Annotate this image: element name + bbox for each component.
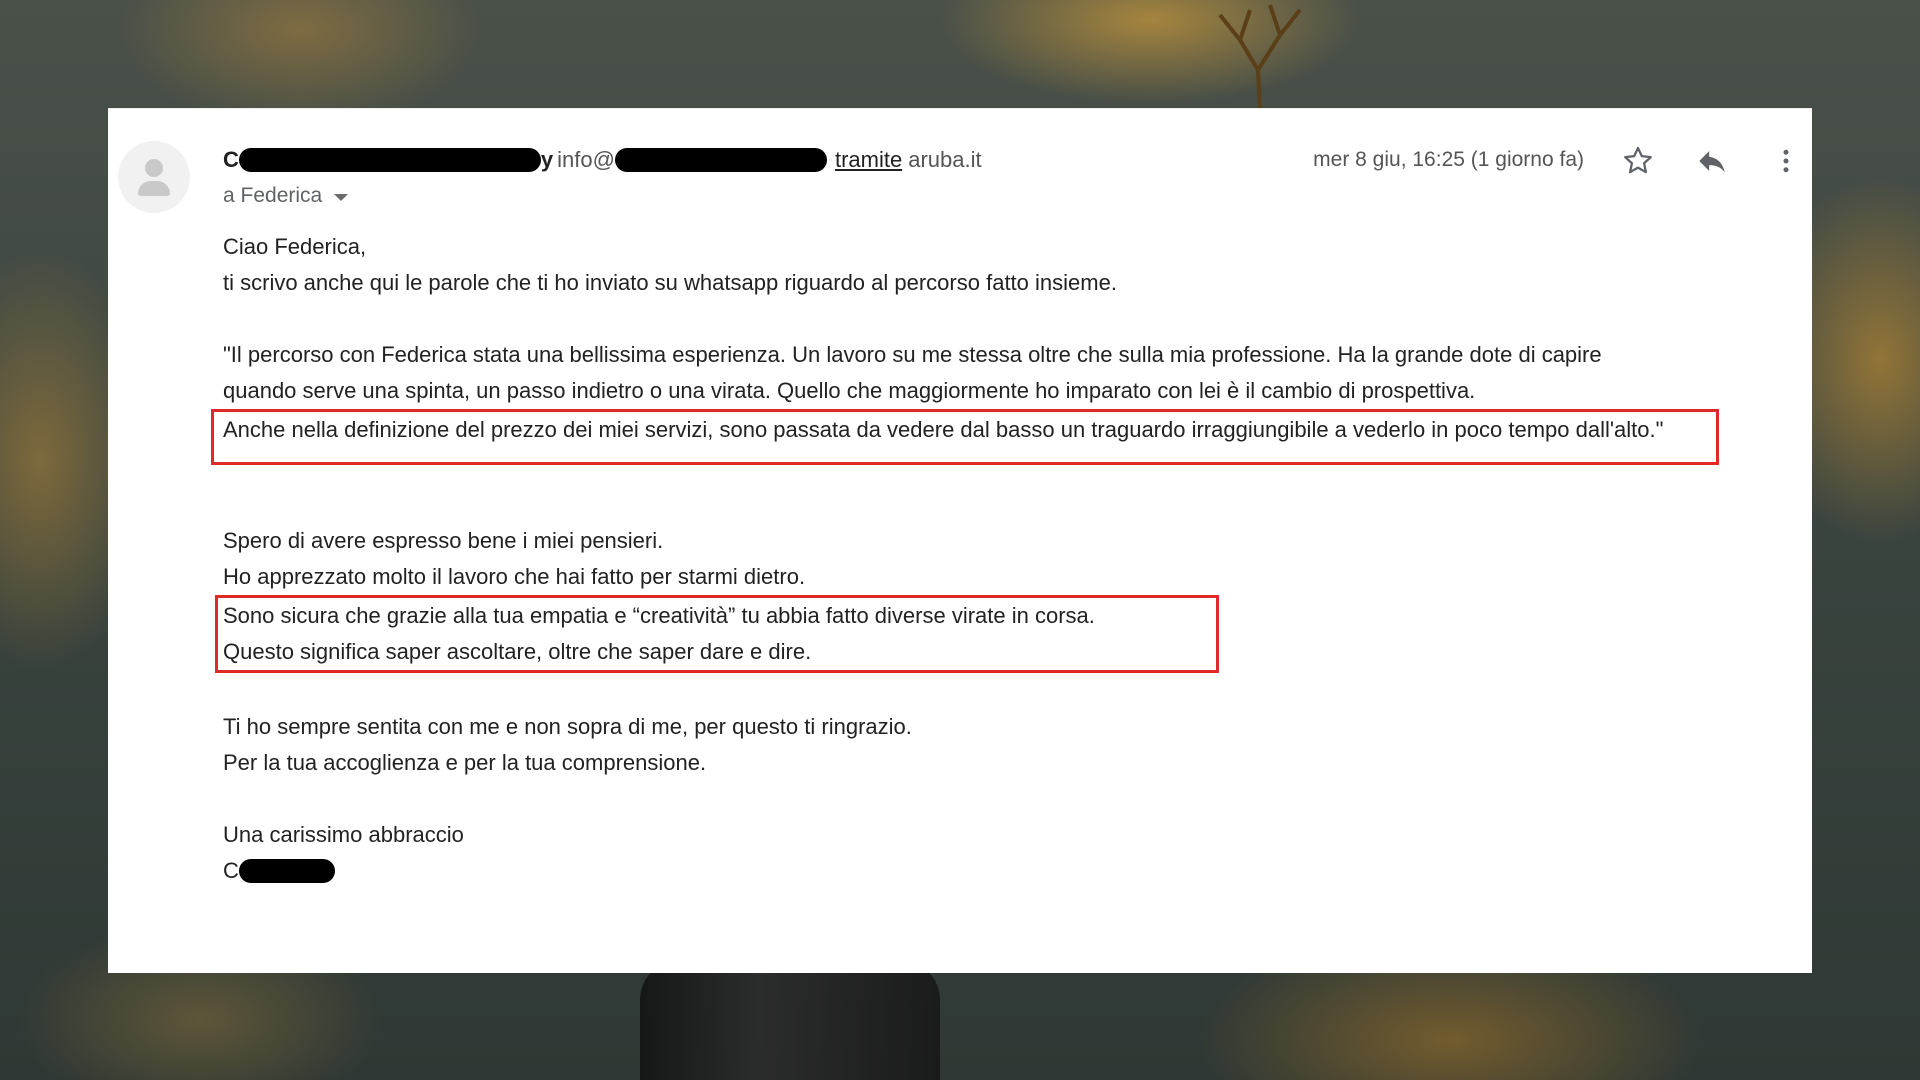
redacted-sender-email bbox=[614, 148, 827, 172]
more-options-button[interactable] bbox=[1766, 141, 1806, 181]
star-icon bbox=[1624, 146, 1652, 174]
reply-button[interactable] bbox=[1692, 141, 1732, 181]
sender-avatar[interactable] bbox=[118, 141, 190, 213]
paragraph-3-line-2: Per la tua accoglienza e per la tua comp… bbox=[223, 750, 707, 775]
highlight-2-line-2: Questo significa saper ascoltare, oltre … bbox=[223, 639, 812, 664]
closing: Una carissimo abbraccio bbox=[223, 822, 464, 847]
sender-email-prefix: info@ bbox=[557, 147, 615, 172]
email-date: mer 8 giu, 16:25 (1 giorno fa) bbox=[1313, 148, 1584, 171]
via-link[interactable]: tramite bbox=[835, 147, 902, 173]
paragraph-3-line-1: Ti ho sempre sentita con me e non sopra … bbox=[223, 714, 912, 739]
sender-name-suffix[interactable]: y bbox=[541, 147, 553, 173]
recipient-label: a Federica bbox=[223, 184, 323, 207]
sender-name-prefix[interactable]: C bbox=[223, 147, 239, 173]
email-panel: C y info@ tramite aruba.it a Federica me… bbox=[108, 108, 1812, 973]
signature: C bbox=[223, 853, 1783, 889]
paragraph-2-line-2: Ho apprezzato molto il lavoro che hai fa… bbox=[223, 564, 806, 589]
highlight-2-line-1: Sono sicura che grazie alla tua empatia … bbox=[223, 603, 1095, 628]
signature-prefix: C bbox=[223, 858, 239, 883]
redacted-sender-name bbox=[238, 148, 541, 172]
more-vert-icon bbox=[1783, 149, 1789, 173]
quote-line-1: "Il percorso con Federica stata una bell… bbox=[223, 342, 1602, 367]
person-icon bbox=[145, 159, 163, 177]
quote-line-2: quando serve una spinta, un passo indiet… bbox=[223, 378, 1476, 403]
person-icon-body bbox=[138, 181, 170, 196]
via-domain: aruba.it bbox=[908, 147, 982, 172]
background-trunk bbox=[640, 960, 940, 1080]
paragraph-2-line-1: Spero di avere espresso bene i miei pens… bbox=[223, 528, 664, 553]
background-tree bbox=[1218, 4, 1302, 110]
redacted-signature bbox=[238, 859, 335, 883]
star-button[interactable] bbox=[1618, 141, 1658, 181]
quote-highlight: Anche nella definizione del prezzo dei m… bbox=[223, 417, 1664, 442]
highlight-box-empathy: Sono sicura che grazie alla tua empatia … bbox=[215, 595, 1219, 673]
reply-icon bbox=[1699, 151, 1725, 173]
recipient-line[interactable]: a Federica bbox=[223, 184, 349, 208]
sender-line: C y info@ tramite aruba.it bbox=[223, 145, 982, 175]
highlight-box-quote: Anche nella definizione del prezzo dei m… bbox=[211, 409, 1719, 465]
caret-down-icon[interactable] bbox=[334, 193, 349, 201]
email-body: Ciao Federica, ti scrivo anche qui le pa… bbox=[211, 229, 1783, 889]
greeting: Ciao Federica, bbox=[223, 234, 367, 259]
intro-text: ti scrivo anche qui le parole che ti ho … bbox=[223, 270, 1117, 295]
